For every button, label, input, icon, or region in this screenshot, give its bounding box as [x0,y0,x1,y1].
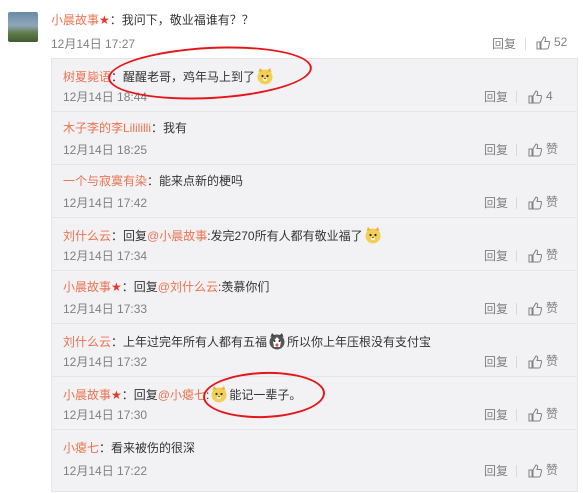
reply-body: :羡慕你们 [217,280,270,294]
main-comment: 小晨故事★：我问下，敬业福谁有？？ 12月14日 17:27 回复 52 [0,0,583,58]
reply-item: 一个与寂寞有染：能来点新的梗吗 12月14日 17:42 回复 赞 [52,165,577,218]
reply-prefix: ：回复 [121,280,158,294]
like-button[interactable]: 赞 [528,248,558,263]
reply-item: 刘什么云：回复@小晨故事:发完270所有人都有敬业福了 12月14日 17:34… [52,218,577,271]
like-count: 52 [554,35,568,49]
timestamp: 12月14日 17:42 [63,196,148,210]
mention-link[interactable]: @刘什么云 [158,280,218,294]
reply-prefix: ：回复 [111,229,148,243]
like-label: 赞 [546,248,559,262]
star-badge-icon: ★ [111,280,122,294]
comment-text: 小晨故事★：我问下，敬业福谁有？？ [51,12,254,28]
reply-body: :发完270所有人都有敬业福了 [207,229,363,243]
timestamp: 12月14日 17:34 [63,249,148,263]
thumb-up-icon [536,36,550,50]
avatar[interactable] [8,12,38,42]
reply-prefix: ：回复 [121,388,158,402]
username-link[interactable]: 刘什么云 [63,335,111,349]
divider [516,91,517,103]
reply-button[interactable]: 回复 [484,143,508,157]
reply-text: 一个与寂寞有染：能来点新的梗吗 [63,173,243,189]
reply-button[interactable]: 回复 [484,196,508,210]
divider [516,303,517,315]
like-button[interactable]: 赞 [528,195,558,210]
reply-button[interactable]: 回复 [484,355,508,369]
thumb-up-icon [528,408,542,422]
username-link[interactable]: 小晨故事 [63,280,111,294]
username-link[interactable]: 一个与寂寞有染 [63,174,147,188]
reply-text: 小晨故事★：回复@刘什么云:羡慕你们 [63,279,269,295]
divider [516,144,517,156]
thumb-up-icon [528,355,542,369]
divider [525,38,526,50]
husky-emoji-icon [269,333,285,350]
divider [516,250,517,262]
star-badge-icon: ★ [111,388,122,402]
like-button[interactable]: 赞 [528,301,558,316]
like-button[interactable]: 4 [528,89,553,104]
timestamp: 12月14日 17:22 [63,464,148,478]
reply-body: ：能来点新的梗吗 [147,174,244,188]
username-link[interactable]: 小晨故事 [51,13,99,27]
username-link[interactable]: 树夏毙语 [63,70,111,84]
reply-text: 刘什么云：上年过完年所有人都有五福 所以你上年压根没有支付宝 [63,332,431,350]
thumb-up-icon [528,302,542,316]
timestamp: 12月14日 17:27 [51,37,136,51]
reply-button[interactable]: 回复 [484,408,508,422]
reply-body: ：我有 [151,121,188,135]
like-count: 4 [546,89,553,103]
like-label: 赞 [546,463,559,477]
username-link[interactable]: 刘什么云 [63,229,111,243]
divider [516,356,517,368]
like-label: 赞 [546,195,559,209]
reply-list: 树夏毙语：醒醒老哥，鸡年马上到了 12月14日 18:44 回复 4 木子李的李… [51,58,578,492]
like-label: 赞 [546,407,559,421]
username-link[interactable]: 小瘪七 [63,441,99,455]
timestamp: 12月14日 18:25 [63,143,148,157]
reply-item: 小瘪七：看来被伤的很深 12月14日 17:22 回复 赞 [52,430,577,490]
like-label: 赞 [546,142,559,156]
reply-body: ：上年过完年所有人都有五福 [111,335,268,349]
reply-text: 小瘪七：看来被伤的很深 [63,440,195,456]
comment-body: ：我问下，敬业福谁有？？ [109,13,254,27]
mention-link[interactable]: @小瘪七 [158,388,206,402]
like-label: 赞 [546,301,559,315]
timestamp: 12月14日 17:32 [63,355,148,369]
divider [516,409,517,421]
like-label: 赞 [546,354,559,368]
doge-emoji-icon [365,227,381,244]
like-button[interactable]: 52 [536,35,567,50]
divider [516,197,517,209]
reply-body: ：看来被伤的很深 [99,441,196,455]
reply-text: 木子李的李Lilililli：我有 [63,120,187,136]
thumb-up-icon [528,90,542,104]
reply-item: 刘什么云：上年过完年所有人都有五福 所以你上年压根没有支付宝 12月14日 17:… [52,324,577,377]
thumb-up-icon [528,196,542,210]
thumb-up-icon [528,143,542,157]
reply-button[interactable]: 回复 [484,249,508,263]
username-link[interactable]: 木子李的李Lilililli [63,121,151,135]
reply-body-continued: 所以你上年压根没有支付宝 [287,335,432,349]
reply-button[interactable]: 回复 [484,464,508,478]
reply-button[interactable]: 回复 [484,90,508,104]
reply-button[interactable]: 回复 [492,37,516,51]
reply-item: 木子李的李Lilililli：我有 12月14日 18:25 回复 赞 [52,112,577,165]
thumb-up-icon [528,464,542,478]
reply-button[interactable]: 回复 [484,302,508,316]
divider [516,465,517,477]
like-button[interactable]: 赞 [528,354,558,369]
thumb-up-icon [528,249,542,263]
reply-item: 小晨故事★：回复@刘什么云:羡慕你们 12月14日 17:33 回复 赞 [52,271,577,324]
timestamp: 12月14日 17:33 [63,302,148,316]
like-button[interactable]: 赞 [528,407,558,422]
username-link[interactable]: 小晨故事 [63,388,111,402]
mention-link[interactable]: @小晨故事 [147,229,207,243]
reply-text: 刘什么云：回复@小晨故事:发完270所有人都有敬业福了 [63,226,383,244]
like-button[interactable]: 赞 [528,463,558,478]
like-button[interactable]: 赞 [528,142,558,157]
star-badge-icon: ★ [99,13,110,27]
timestamp: 12月14日 17:30 [63,408,148,422]
